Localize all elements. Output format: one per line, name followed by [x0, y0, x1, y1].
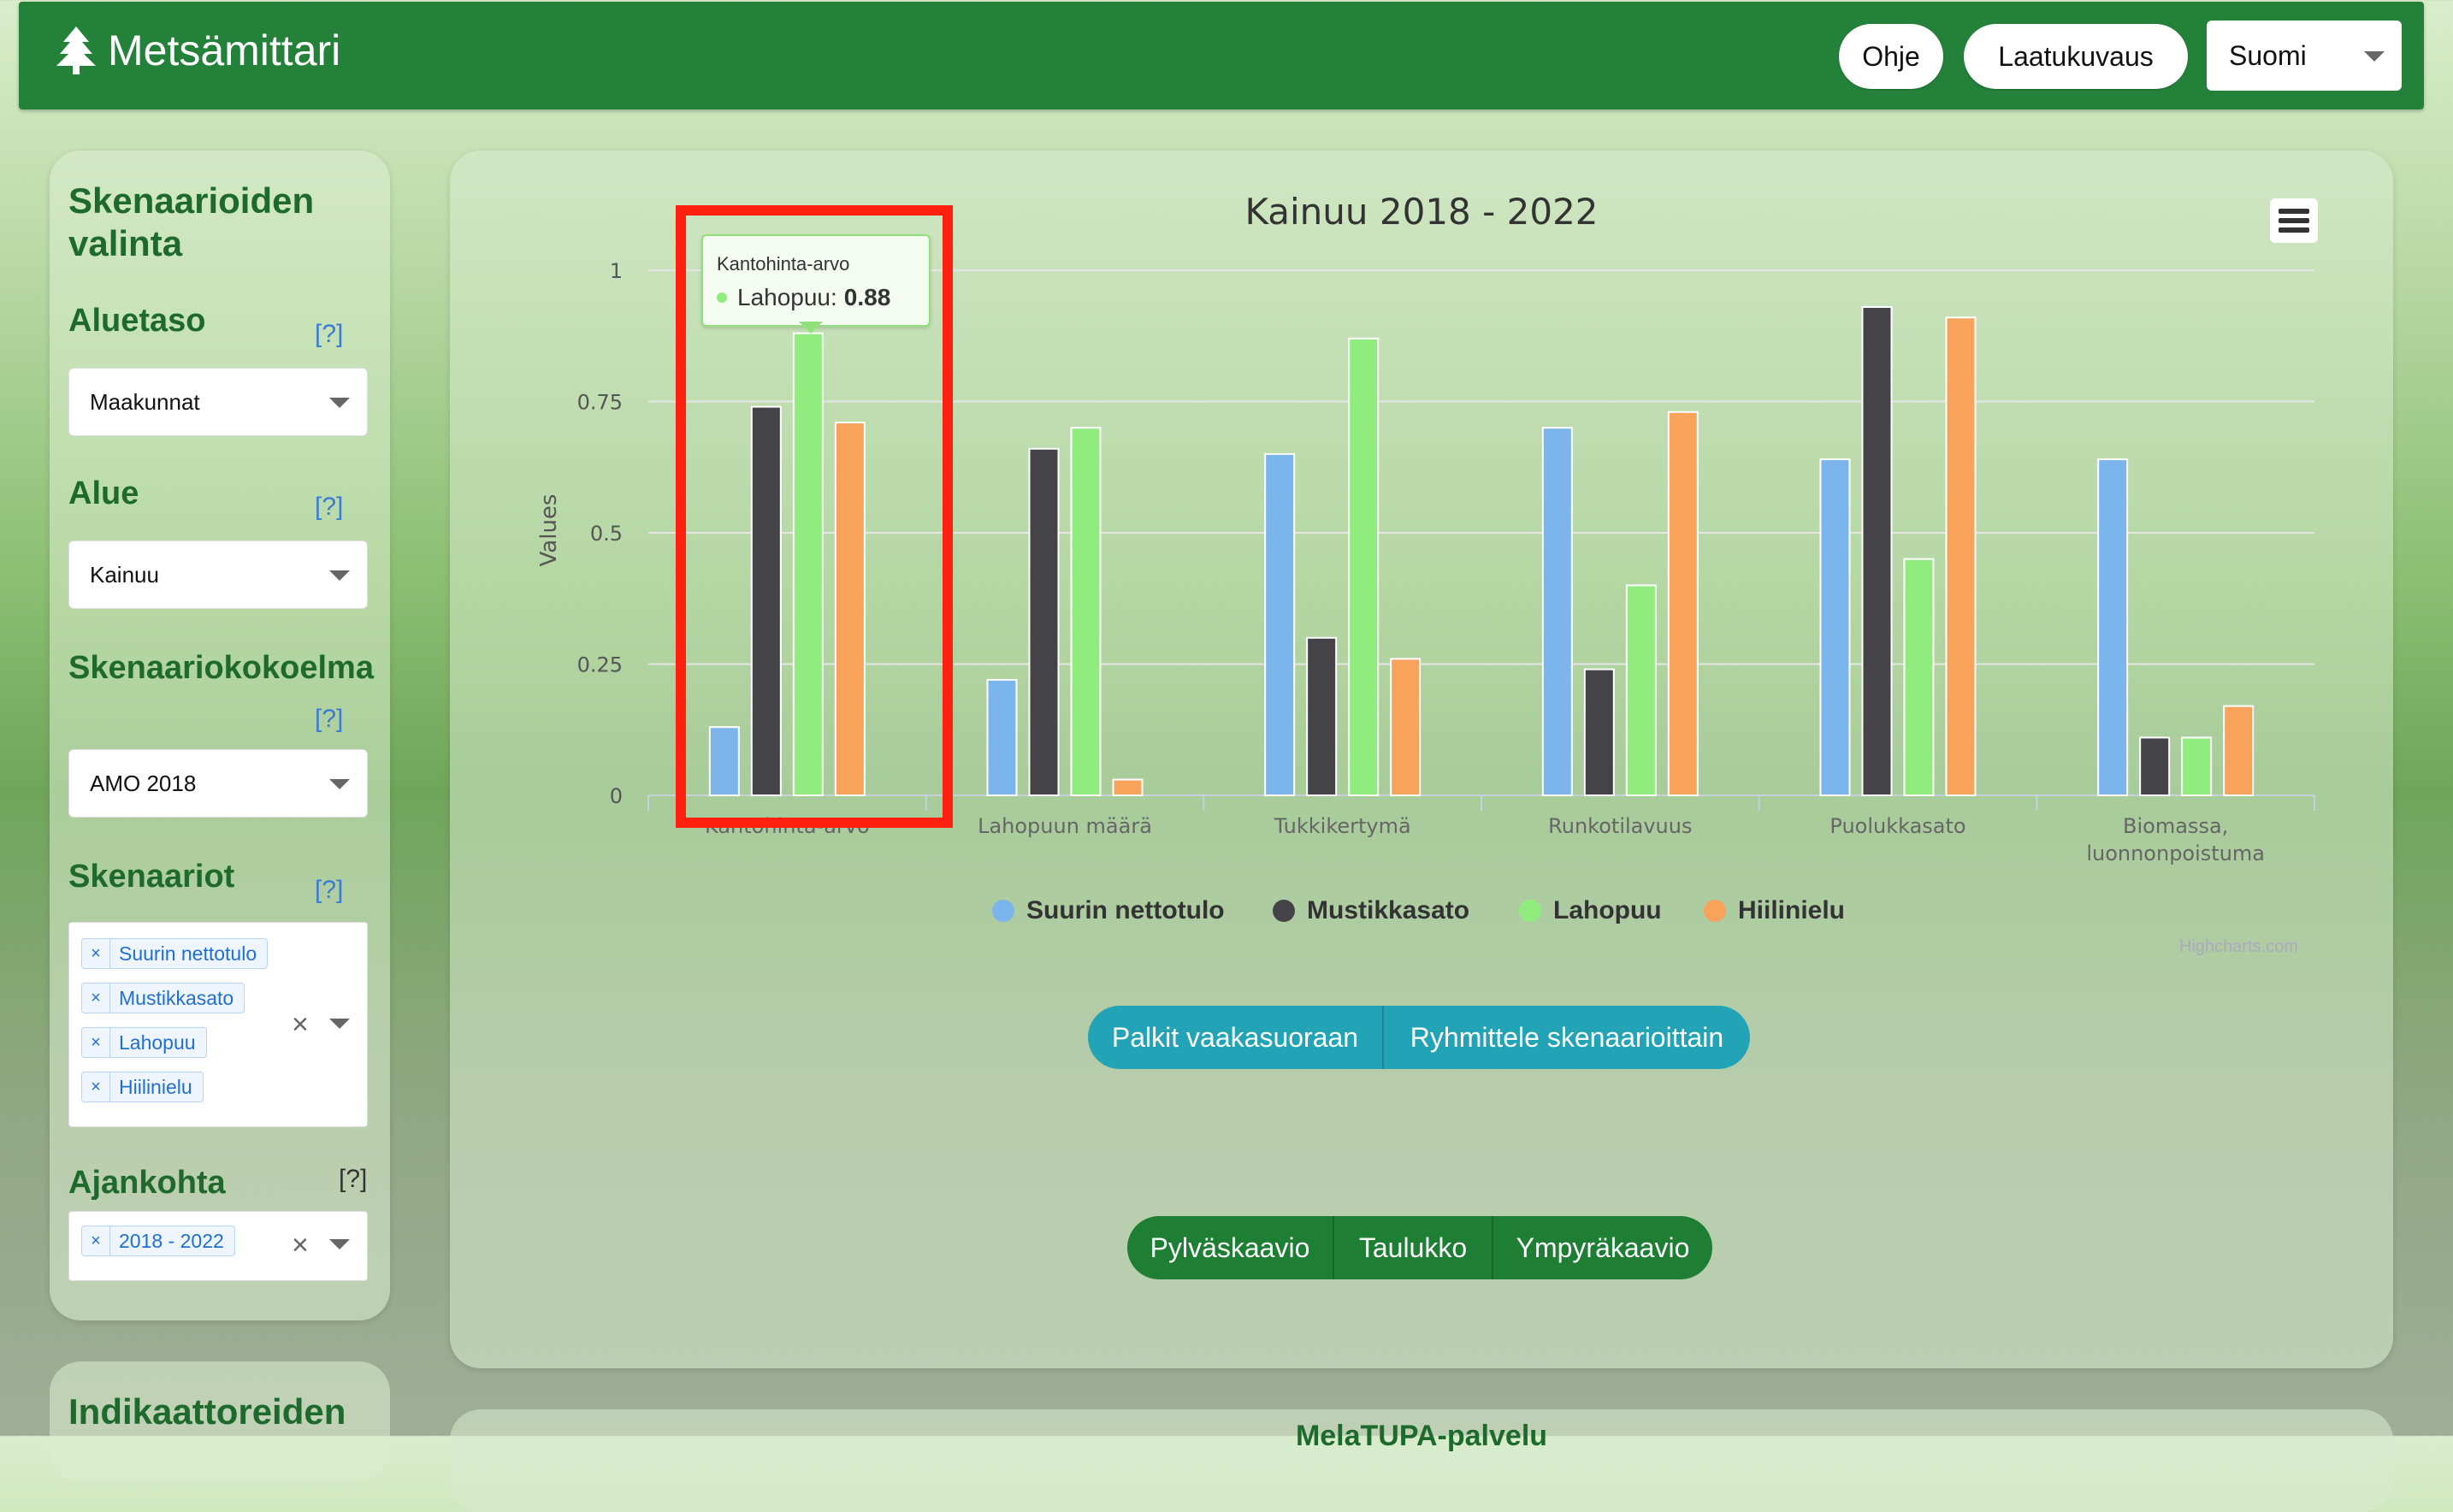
bar[interactable]	[1264, 452, 1296, 797]
bar[interactable]	[1306, 636, 1338, 796]
chart-tooltip: Kantohinta-arvo Lahopuu: 0.88	[701, 234, 931, 327]
tooltip-row: Lahopuu: 0.88	[717, 284, 890, 311]
y-tick-label: 1	[610, 259, 623, 283]
y-tick-label: 0.5	[590, 522, 623, 546]
table-button[interactable]: Taulukko	[1333, 1216, 1492, 1279]
x-tick-label: Puolukkasato	[1829, 814, 1965, 838]
tooltip-title: Kantohinta-arvo	[717, 253, 850, 275]
bar[interactable]	[1070, 427, 1102, 796]
legend-item-lahopuu[interactable]: Lahopuu	[1519, 896, 1662, 925]
bar[interactable]	[2223, 705, 2255, 796]
legend-dot-icon	[1704, 900, 1726, 922]
chart-title: Kainuu 2018 - 2022	[1244, 191, 1598, 233]
bar[interactable]	[1028, 447, 1060, 796]
tooltip-series: Lahopuu:	[737, 284, 837, 310]
legend-dot-icon	[1273, 900, 1295, 922]
legend-item-suurin-nettotulo[interactable]: Suurin nettotulo	[992, 896, 1225, 925]
panel-title: MelaTUPA-palvelu	[1295, 1420, 1548, 1452]
bar[interactable]	[1541, 427, 1573, 796]
legend-item-mustikkasato[interactable]: Mustikkasato	[1273, 896, 1469, 925]
bar[interactable]	[2139, 736, 2171, 797]
bar[interactable]	[986, 678, 1018, 796]
bar[interactable]	[1903, 558, 1935, 796]
x-tick-label: Runkotilavuus	[1548, 814, 1692, 838]
bar[interactable]	[1861, 305, 1893, 797]
hamburger-icon	[2279, 209, 2309, 214]
bar[interactable]	[1348, 337, 1380, 796]
bar[interactable]	[1625, 584, 1657, 797]
legend-item-hiilinielu[interactable]: Hiilinielu	[1704, 896, 1845, 925]
legend-dot-icon	[992, 900, 1014, 922]
melatupa-panel: MelaTUPA-palvelu	[450, 1409, 2393, 1512]
x-tick-label: Lahopuun määrä	[978, 814, 1152, 838]
chart-menu-button[interactable]	[2270, 198, 2318, 243]
chart-orientation-buttons: Palkit vaakasuoraan Ryhmittele skenaario…	[1088, 1006, 1750, 1069]
bar-chart-button[interactable]: Pylväskaavio	[1127, 1216, 1333, 1279]
bar[interactable]	[2097, 458, 2129, 796]
bar[interactable]	[1667, 410, 1699, 796]
tooltip-value: 0.88	[843, 284, 891, 310]
pie-chart-button[interactable]: Ympyräkaavio	[1492, 1216, 1712, 1279]
legend-dot-icon	[1519, 900, 1541, 922]
y-axis-title: Values	[536, 494, 562, 567]
y-tick-label: 0.75	[577, 391, 623, 415]
tooltip-arrow	[799, 322, 823, 334]
view-type-buttons: Pylväskaavio Taulukko Ympyräkaavio	[1127, 1216, 1712, 1279]
x-tick-label: Tukkikertymä	[1274, 814, 1411, 838]
y-tick-label: 0	[610, 784, 623, 808]
bar[interactable]	[1583, 668, 1615, 797]
bar[interactable]	[1945, 316, 1977, 796]
x-tick-label: Biomassa, luonnonpoistuma	[2086, 814, 2265, 865]
bar[interactable]	[1390, 658, 1422, 796]
series-dot-icon	[717, 292, 727, 303]
bar[interactable]	[1112, 778, 1144, 797]
bar[interactable]	[2181, 736, 2213, 797]
bar[interactable]	[1819, 458, 1851, 796]
horizontal-bars-button[interactable]: Palkit vaakasuoraan	[1088, 1006, 1382, 1069]
group-by-scenario-button[interactable]: Ryhmittele skenaarioittain	[1382, 1006, 1750, 1069]
chart-credits[interactable]: Highcharts.com	[2179, 937, 2298, 957]
y-tick-label: 0.25	[577, 653, 623, 677]
